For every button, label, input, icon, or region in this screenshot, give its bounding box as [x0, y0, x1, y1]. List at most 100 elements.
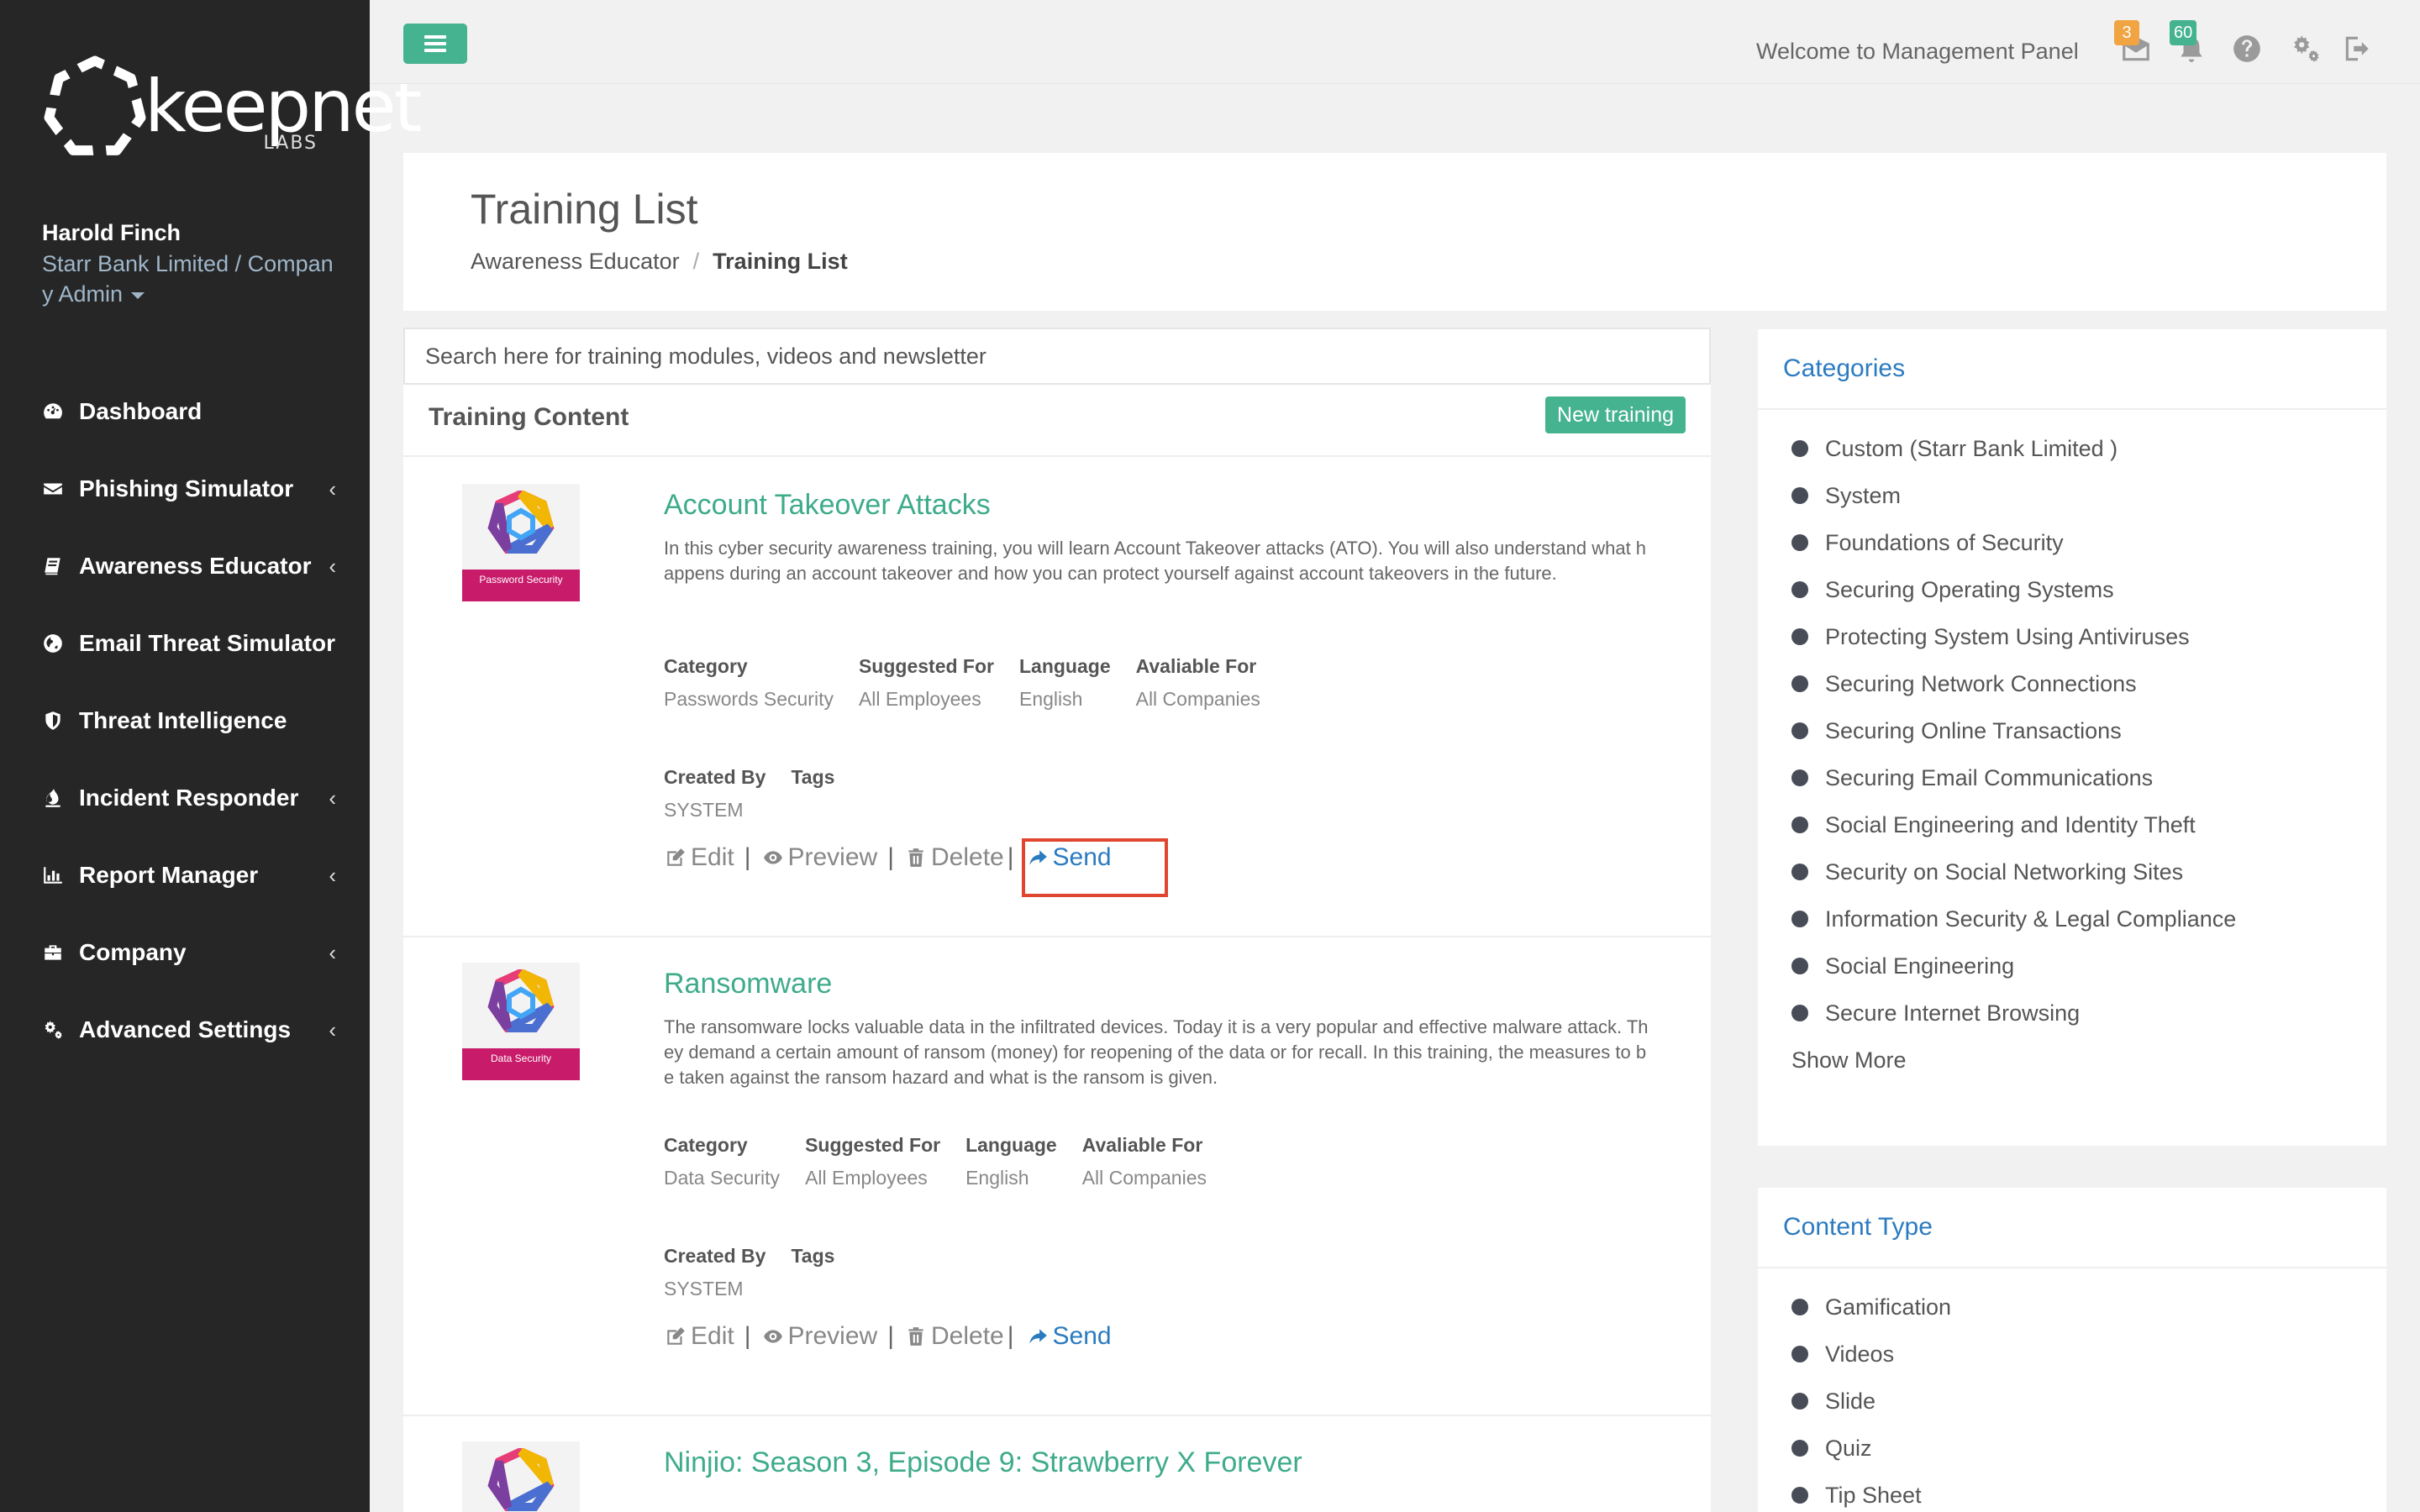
bullet-dot — [1791, 675, 1808, 692]
filter-item[interactable]: Social Engineering — [1758, 942, 2386, 990]
training-title-link[interactable]: Account Takeover Attacks — [664, 489, 991, 522]
search-input[interactable] — [403, 328, 1711, 385]
send-button[interactable]: Send — [1026, 1322, 1112, 1351]
trash-icon — [908, 848, 923, 867]
meta-label: Suggested For — [858, 655, 994, 677]
sidebar-item-threat-intelligence[interactable]: Threat Intelligence — [0, 682, 370, 759]
filter-item[interactable]: Securing Network Connections — [1758, 660, 2386, 707]
sidebar-item-incident-responder[interactable]: Incident Responder ‹ — [0, 759, 370, 837]
filter-item[interactable]: Videos — [1758, 1331, 2386, 1378]
menu-toggle-button[interactable] — [403, 24, 467, 64]
alerts-button[interactable]: 60 — [2170, 20, 2210, 66]
mail-notifications-button[interactable]: 3 — [2114, 20, 2154, 66]
caret-down-icon — [131, 291, 145, 299]
keepnet-colorful-logo-icon — [487, 1448, 555, 1511]
training-actions: Edit | Preview | Delete | Send — [664, 1322, 1112, 1351]
filter-item-label: Securing Network Connections — [1825, 670, 2137, 696]
sidebar-item-awareness-educator[interactable]: Awareness Educator ‹ — [0, 528, 370, 605]
chevron-left-icon: ‹ — [329, 1016, 336, 1042]
bullet-dot — [1791, 864, 1808, 880]
delete-label: Delete — [931, 1322, 1004, 1350]
preview-button[interactable]: Preview — [761, 1322, 877, 1351]
show-more-link[interactable]: Show More — [1758, 1037, 2386, 1084]
action-separator: | — [1007, 1322, 1014, 1350]
share-arrow-icon — [1028, 1329, 1047, 1344]
filter-item[interactable]: Information Security & Legal Compliance — [1758, 895, 2386, 942]
meta-label: Tags — [791, 1245, 835, 1267]
training-thumbnail[interactable] — [462, 1441, 580, 1512]
filter-item[interactable]: Foundations of Security — [1758, 519, 2386, 566]
filter-item[interactable]: Tip Sheet — [1758, 1472, 2386, 1512]
filter-item[interactable]: Gamification — [1758, 1284, 2386, 1331]
book-icon — [40, 554, 66, 579]
user-role-dropdown[interactable]: Starr Bank Limited / Company Admin — [42, 249, 336, 309]
filter-item[interactable]: Slide — [1758, 1378, 2386, 1425]
filter-item[interactable]: Securing Email Communications — [1758, 754, 2386, 801]
edit-button[interactable]: Edit — [664, 843, 734, 872]
filter-item[interactable]: Securing Operating Systems — [1758, 566, 2386, 613]
keepnet-logo[interactable]: keepnet LABS — [40, 52, 422, 161]
edit-button[interactable]: Edit — [664, 1322, 734, 1351]
bullet-dot — [1791, 1299, 1808, 1315]
sidebar-item-advanced-settings[interactable]: Advanced Settings ‹ — [0, 991, 370, 1068]
edit-icon — [667, 1327, 685, 1345]
training-title-link[interactable]: Ninjio: Season 3, Episode 9: Strawberry … — [664, 1446, 1302, 1479]
training-list-panel: Training Content New training Password S… — [403, 328, 1711, 1512]
filter-item[interactable]: Security on Social Networking Sites — [1758, 848, 2386, 895]
meta-label: Created By — [664, 766, 766, 788]
briefcase-icon — [40, 940, 66, 965]
meta-label: Language — [965, 1134, 1057, 1156]
page-header: Training List Awareness Educator / Trainin… — [403, 153, 2386, 311]
training-thumbnail[interactable]: Password Security — [462, 484, 580, 601]
thumbnail-label: Password Security — [462, 570, 580, 601]
new-training-button[interactable]: New training — [1545, 396, 1686, 433]
hamburger-icon — [424, 42, 446, 45]
top-bar: Welcome to Management Panel 3 60 — [370, 0, 2420, 84]
breadcrumb-parent-link[interactable]: Awareness Educator — [471, 249, 680, 274]
preview-button[interactable]: Preview — [761, 843, 877, 872]
filter-item-label: Slide — [1825, 1388, 1876, 1414]
delete-button[interactable]: Delete — [904, 843, 1004, 872]
training-item: Password Security Account Takeover Attac… — [403, 459, 1711, 937]
training-content-title: Training Content — [429, 403, 629, 431]
sidebar-item-report-manager[interactable]: Report Manager ‹ — [0, 837, 370, 914]
meta-value: Passwords Security — [664, 688, 834, 710]
filter-item[interactable]: System — [1758, 472, 2386, 519]
filter-item[interactable]: Custom (Starr Bank Limited ) — [1758, 425, 2386, 472]
settings-button[interactable] — [2287, 32, 2324, 66]
training-title-link[interactable]: Ransomware — [664, 968, 832, 1000]
training-description: The ransomware locks valuable data in th… — [664, 1016, 1649, 1088]
training-item: Ninjio: Season 3, Episode 9: Strawberry … — [403, 1416, 1711, 1512]
delete-button[interactable]: Delete — [904, 1322, 1004, 1351]
keepnet-colorful-logo-icon — [487, 969, 555, 1032]
training-thumbnail[interactable]: Data Security — [462, 963, 580, 1080]
sidebar-item-email-threat-simulator[interactable]: Email Threat Simulator — [0, 605, 370, 682]
filter-item[interactable]: Quiz — [1758, 1425, 2386, 1472]
filter-item[interactable]: Securing Online Transactions — [1758, 707, 2386, 754]
filter-item[interactable]: Social Engineering and Identity Theft — [1758, 801, 2386, 848]
filter-item[interactable]: Secure Internet Browsing — [1758, 990, 2386, 1037]
help-button[interactable] — [2228, 32, 2265, 66]
sidebar-item-dashboard[interactable]: Dashboard — [0, 373, 370, 450]
edit-icon — [667, 848, 685, 866]
filter-item-label: Foundations of Security — [1825, 529, 2064, 555]
filter-item-label: System — [1825, 482, 1902, 508]
sidebar-item-label: Company — [79, 939, 187, 965]
filter-item-label: Gamification — [1825, 1294, 1952, 1320]
filter-item[interactable]: Protecting System Using Antiviruses — [1758, 613, 2386, 660]
bullet-dot — [1791, 440, 1808, 457]
bullet-dot — [1791, 769, 1808, 786]
breadcrumb-current: Training List — [713, 249, 848, 274]
eye-icon — [763, 851, 782, 864]
meta-label: Language — [1018, 655, 1111, 677]
training-meta: Category Data Security Suggested For All E… — [664, 1134, 1232, 1189]
fire-icon — [40, 785, 66, 811]
dashboard-icon — [40, 399, 66, 424]
logout-button[interactable] — [2339, 32, 2376, 66]
sidebar-item-company[interactable]: Company ‹ — [0, 914, 370, 991]
meta-value: All Employees — [805, 1167, 928, 1189]
chevron-left-icon: ‹ — [329, 475, 336, 501]
training-meta-created: Created By SYSTEM Tags — [664, 766, 860, 822]
sidebar-item-phishing-simulator[interactable]: Phishing Simulator ‹ — [0, 450, 370, 528]
bullet-dot — [1791, 1487, 1808, 1504]
